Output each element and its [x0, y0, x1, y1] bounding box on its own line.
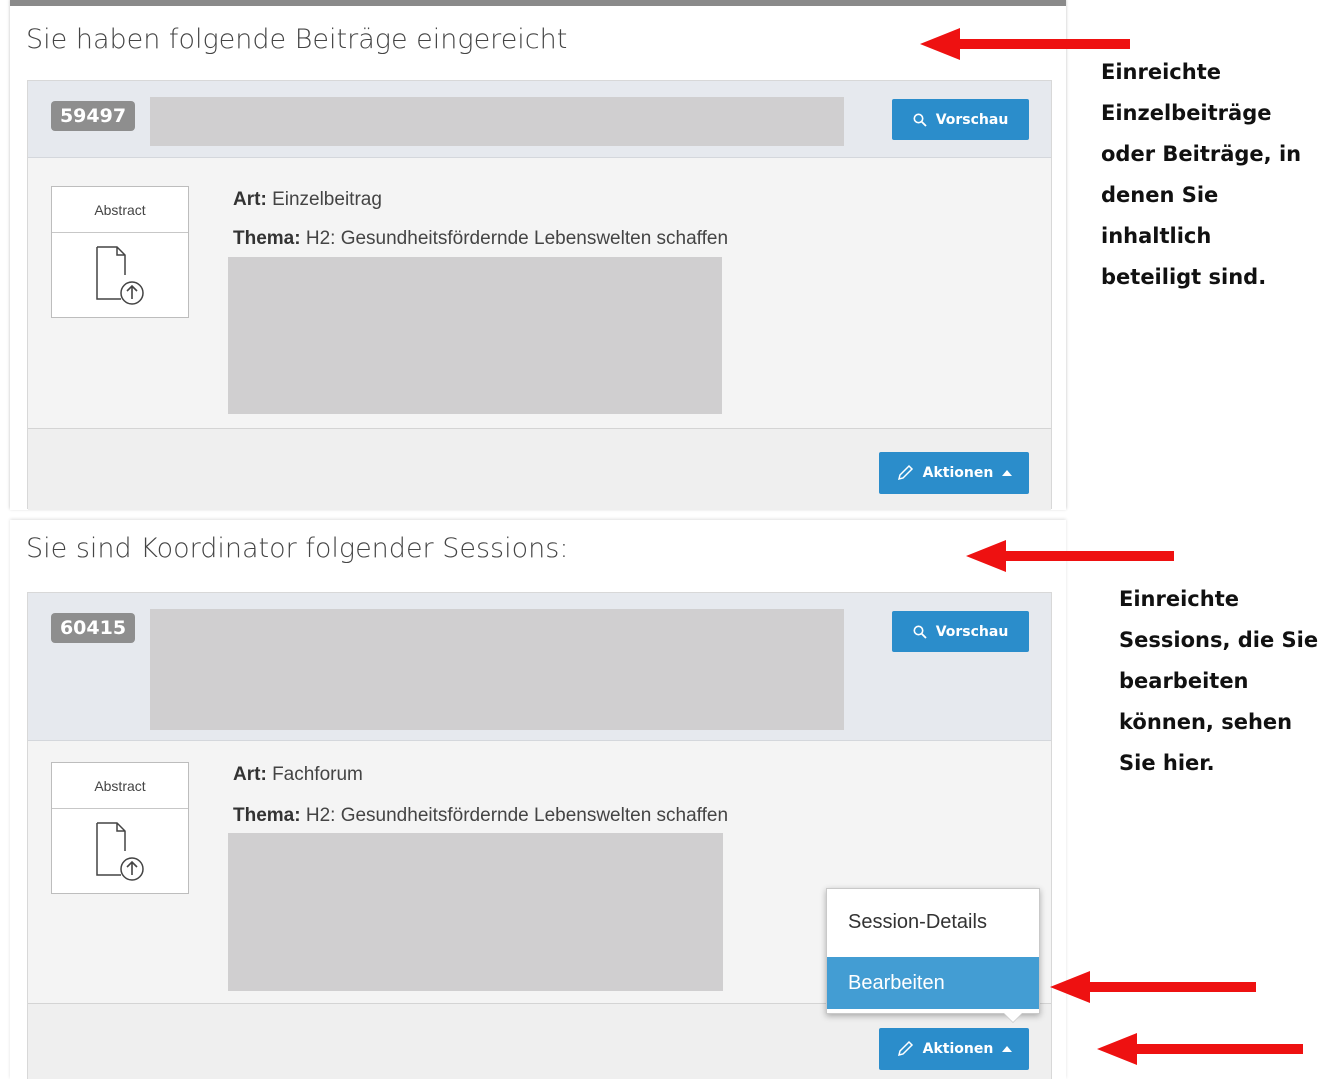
note-line: denen Sie — [1101, 183, 1219, 207]
session-id-badge: 60415 — [51, 613, 135, 643]
search-icon — [913, 113, 927, 127]
note-line: können, sehen — [1119, 710, 1293, 734]
actions-button-label: Aktionen — [922, 1041, 994, 1057]
abstract-label: Abstract — [52, 763, 188, 809]
annotation-arrow-icon — [920, 28, 1130, 60]
preview-button-label: Vorschau — [935, 111, 1009, 128]
dropdown-caret — [1004, 1013, 1022, 1022]
redacted-title — [150, 97, 844, 146]
annotation-note-submitted: Einreichte Einzelbeiträge oder Beiträge,… — [1101, 52, 1301, 298]
redacted-authors — [228, 833, 723, 991]
redacted-authors — [228, 257, 722, 414]
annotation-note-sessions: Einreichte Sessions, die Sie bearbeiten … — [1119, 579, 1318, 784]
note-line: Einzelbeiträge — [1101, 101, 1272, 125]
file-upload-icon — [96, 246, 144, 305]
abstract-label: Abstract — [52, 187, 188, 233]
submission-id-badge: 59497 — [51, 101, 135, 131]
actions-button[interactable]: Aktionen — [879, 1028, 1029, 1070]
submission-card: 59497 Vorschau Abstract Art: Einzelbeitr… — [27, 80, 1052, 510]
art-value: Einzelbeitrag — [272, 189, 382, 210]
art-label: Art: — [233, 189, 267, 210]
file-upload-icon — [96, 822, 144, 881]
annotation-arrow-icon — [966, 540, 1174, 572]
note-line: inhaltlich — [1101, 224, 1212, 248]
thema-value: H2: Gesundheitsfördernde Lebenswelten sc… — [305, 805, 729, 826]
note-line: bearbeiten — [1119, 669, 1249, 693]
preview-button[interactable]: Vorschau — [892, 99, 1029, 140]
thema-label: Thema: — [233, 228, 301, 249]
menu-item-session-details[interactable]: Session-Details — [827, 896, 1039, 948]
actions-dropdown-menu: Session-Details Bearbeiten — [826, 888, 1040, 1014]
art-row: Art: Einzelbeitrag — [233, 189, 382, 211]
note-line: oder Beiträge, in — [1101, 142, 1302, 166]
preview-button-label: Vorschau — [935, 623, 1009, 640]
art-label: Art: — [233, 764, 267, 785]
redacted-title — [150, 609, 844, 730]
pencil-icon — [897, 1040, 913, 1057]
note-line: beteiligt sind. — [1101, 265, 1267, 289]
thema-row: Thema: H2: Gesundheitsfördernde Lebenswe… — [233, 805, 728, 827]
actions-button-label: Aktionen — [922, 465, 994, 481]
thema-value: H2: Gesundheitsfördernde Lebenswelten sc… — [305, 228, 729, 249]
card-footer: Aktionen — [28, 1003, 1051, 1079]
art-value: Fachforum — [272, 764, 363, 785]
card-header: 59497 Vorschau — [28, 81, 1051, 158]
annotation-arrow-icon — [1097, 1033, 1303, 1065]
caret-up-icon — [1002, 1046, 1013, 1052]
search-icon — [913, 625, 927, 639]
card-header: 60415 Vorschau — [28, 593, 1051, 741]
section-title-sessions: Sie sind Koordinator folgender Sessions: — [26, 533, 569, 564]
note-line: Sie hier. — [1119, 751, 1215, 775]
annotation-arrow-icon — [1050, 971, 1256, 1003]
abstract-upload-box[interactable]: Abstract — [51, 186, 189, 318]
section-title-submitted: Sie haben folgende Beiträge eingereicht — [26, 24, 568, 55]
note-line: Sessions, die Sie — [1119, 628, 1319, 652]
caret-up-icon — [1002, 470, 1013, 476]
submitted-panel: Sie haben folgende Beiträge eingereicht … — [10, 0, 1066, 510]
card-footer: Aktionen — [28, 428, 1051, 510]
note-line: Einreichte — [1119, 587, 1239, 611]
art-row: Art: Fachforum — [233, 764, 363, 786]
menu-item-bearbeiten[interactable]: Bearbeiten — [827, 957, 1039, 1009]
actions-button[interactable]: Aktionen — [879, 452, 1029, 494]
thema-label: Thema: — [233, 805, 301, 826]
abstract-upload-box[interactable]: Abstract — [51, 762, 189, 894]
preview-button[interactable]: Vorschau — [892, 611, 1029, 652]
thema-row: Thema: H2: Gesundheitsfördernde Lebenswe… — [233, 228, 728, 250]
pencil-icon — [897, 464, 913, 481]
